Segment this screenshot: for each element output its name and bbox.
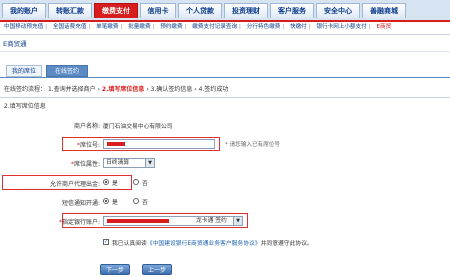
redacted-value [107,219,169,223]
step-heading: 2.填写席位信息 [4,103,46,110]
signing-flow: 在线签约流程： 1.查询并选择商户 › 2.填写席位信息 › 3.确认签约信息 … [4,83,446,97]
bank-account-suffix: 龙卡通 签约 [196,218,227,224]
subnav-item[interactable]: 快缴付 [290,24,307,30]
flow-arrow: › [146,86,149,93]
next-button[interactable]: 下一步 [100,264,130,275]
bank-account-select[interactable]: 龙卡通 签约 ▼ [103,216,243,226]
sms-yes-radio[interactable] [103,198,109,204]
agreement-link[interactable]: 《中国建设银行E商贸通业务客户服务协议》 [147,241,261,247]
divider [0,97,450,98]
subnav-divider: | [88,24,91,30]
divider [0,34,450,35]
subnav-divider: | [184,24,187,30]
flow-step-4: 4.签约成功 [198,86,229,93]
main-nav-tabs: 我的账户 转账汇款 缴费支付 信用卡 个人贷款 投资理财 客户服务 安全中心 善… [0,0,450,22]
flow-step-3: 3.确认签约信息 [150,86,193,93]
tab-mall[interactable]: 善融商城 [362,3,406,18]
subnav-item[interactable]: 银行卡网上小额支付 [316,24,366,30]
chevron-down-icon[interactable]: ▼ [233,217,242,225]
tab-security-center[interactable]: 安全中心 [316,3,360,18]
proxy-no-label: 否 [142,181,148,187]
tab-payment[interactable]: 缴费支付 [94,3,138,18]
section-title: E商贸通 [3,40,27,48]
tab-credit-card[interactable]: 信用卡 [140,3,176,18]
subnav-divider: | [152,24,155,30]
subnav-item[interactable]: 分行特色缴费 [247,24,281,30]
flow-arrow: › [194,86,197,93]
seat-no-hint: * 请您输入已有席位号 [225,142,280,148]
sms-label: 短信通知开通: [61,200,100,207]
subnav-item[interactable]: 全国话费充值 [53,24,87,30]
subnav-divider: | [368,24,371,30]
flow-step-1: 1.查询并选择商户 [47,86,96,93]
agreement-text: 我已认真阅读《中国建设银行E商贸通业务客户服务协议》并同意遵守此协议。 [112,241,313,247]
tab-transfer[interactable]: 转账汇款 [48,3,92,18]
subnav-divider: | [282,24,285,30]
proxy-no-radio[interactable] [133,179,139,185]
subnav-divider: | [308,24,311,30]
subnav-item-active[interactable]: E商贸 [376,24,391,30]
sub-nav: 中国移动预充值 | 全国话费充值 | 单笔缴费 | 批量缴费 | 预约缴费 | 缴费支付记… [0,22,450,33]
subnav-item[interactable]: 批量缴费 [128,24,150,30]
proxy-yes-radio[interactable] [103,179,109,185]
tab-investment[interactable]: 投资理财 [224,3,268,18]
seat-attr-label: *席位属性: [70,161,100,168]
seat-attr-select[interactable]: 日终清算 ▼ [103,158,155,168]
flow-step-2-current: 2.填写席位信息 [101,86,145,93]
subtab-online-signing[interactable]: 在线签约 [46,65,88,77]
subnav-item[interactable]: 预约缴费 [160,24,182,30]
divider [0,51,450,52]
flow-prefix: 在线签约流程： [4,86,47,93]
flow-arrow: › [97,86,100,93]
sms-no-label: 否 [142,200,148,206]
subnav-item[interactable]: 单笔缴费 [96,24,118,30]
prev-button[interactable]: 上一步 [142,264,172,275]
seat-no-input[interactable] [103,139,215,149]
sms-no-radio[interactable] [133,198,139,204]
sms-yes-label: 是 [112,200,118,206]
subtab-my-seat[interactable]: 我的席位 [6,65,42,77]
subnav-item[interactable]: 缴费支付记录查询 [192,24,237,30]
tab-personal-loan[interactable]: 个人贷款 [178,3,222,18]
chevron-down-icon[interactable]: ▼ [145,159,154,167]
agree-checkbox[interactable]: ✓ [103,239,109,245]
proxy-label: 允许商户代理出金: [49,181,100,188]
merchant-value: 厦门石油交易中心有限公司 [103,124,173,130]
seat-no-label: *席位号: [76,142,100,149]
bank-account-label: *指定银行账户: [58,219,100,226]
proxy-yes-label: 是 [112,181,118,187]
seat-attr-value: 日终清算 [106,160,130,166]
tab-my-account[interactable]: 我的账户 [2,3,46,18]
subnav-divider: | [239,24,241,30]
subnav-item[interactable]: 中国移动预充值 [4,24,43,30]
redacted-value [107,142,125,146]
subnav-divider: | [120,24,123,30]
merchant-label: 商户名称: [73,123,100,130]
subtab-underline [0,77,450,78]
subnav-divider: | [45,24,48,30]
tab-customer-service[interactable]: 客户服务 [270,3,314,18]
